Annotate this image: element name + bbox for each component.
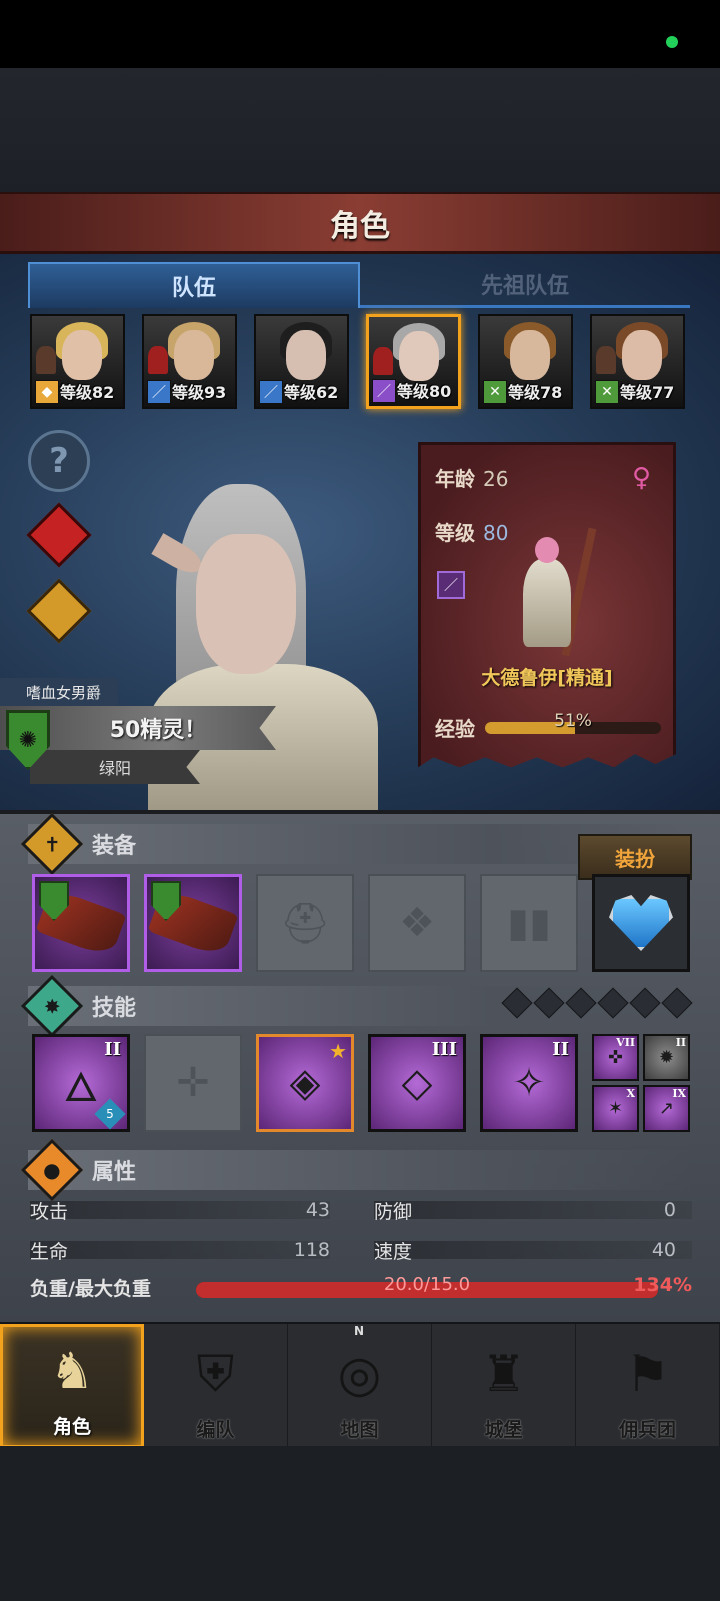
nav-mercenaries[interactable]: ⚑ 佣兵团 — [576, 1324, 720, 1448]
knight-icon: ♞ — [49, 1342, 95, 1400]
portrait-level: 等级62 — [284, 383, 339, 402]
spear-skill-icon[interactable]: ↗ IX — [643, 1085, 690, 1132]
sword-class-icon: ／ — [147, 380, 171, 404]
hero-title-tag: 嗜血女男爵 — [0, 678, 118, 706]
help-button[interactable]: ? — [28, 430, 90, 492]
tab-ancestor-team[interactable]: 先祖队伍 — [360, 262, 690, 308]
roster-portraits: ◆ 等级82 ／ 等级93 ／ 等级62 ／ 等级80 ✕ 等级78 ✕ 等级7… — [30, 314, 685, 409]
spark-skill-icon[interactable]: ✶ X — [592, 1085, 639, 1132]
shield-class-icon: ◆ — [35, 380, 59, 404]
equipment-slots: ⛑ ❖ ▮▮ — [32, 874, 690, 972]
weapon-slot[interactable] — [32, 874, 130, 972]
hero-panel: 队伍 先祖队伍 ◆ 等级82 ／ 等级93 ／ 等级62 ／ 等级80 ✕ 等级… — [0, 254, 720, 810]
empty-skill-slot[interactable]: ✛ — [144, 1034, 242, 1132]
person-red-icon — [26, 502, 92, 568]
page-title: 角色 — [330, 208, 390, 244]
skill-point-indicators — [501, 987, 693, 1019]
boots-icon: ▮▮ — [506, 900, 552, 946]
portrait-level: 等级82 — [60, 383, 115, 402]
helmet-icon: ⛑ — [279, 900, 331, 947]
skill-badge: 5 — [94, 1098, 126, 1130]
hero-name: 50精灵！ — [109, 718, 207, 743]
attack-stat: 攻击 43 — [30, 1199, 330, 1223]
class-figure — [517, 527, 597, 657]
camera-indicator-icon — [666, 36, 678, 48]
bottom-nav: ♞ 角色 ⛨ 编队 N ◎ 地图 ♜ 城堡 ⚑ 佣兵团 — [0, 1322, 720, 1448]
helmet-slot[interactable]: ⛑ — [256, 874, 354, 972]
star-icon: ★ — [329, 1039, 347, 1063]
roster-portrait[interactable]: ✕ 等级78 — [478, 314, 573, 409]
armor-slot[interactable]: ❖ — [368, 874, 466, 972]
class-name: 大德鲁伊[精通] — [481, 667, 613, 689]
title-bar: 角色 — [0, 192, 720, 254]
nav-map[interactable]: N ◎ 地图 — [288, 1324, 432, 1448]
tornado-skill-icon[interactable]: ◈ ★ — [256, 1034, 354, 1132]
offhand-slot[interactable] — [144, 874, 242, 972]
hp-stat: 生命 118 — [30, 1239, 330, 1263]
portrait-level: 等级93 — [172, 383, 227, 402]
target-skill-icon[interactable]: ✜ VII — [592, 1034, 639, 1081]
dismiss-hero-button[interactable] — [26, 502, 92, 568]
armor-icon: ❖ — [399, 900, 435, 946]
heart-amulet-icon — [609, 895, 673, 951]
crystal-skill-icon[interactable]: ◇ III — [368, 1034, 466, 1132]
bottom-spacer — [0, 1446, 720, 1601]
roster-portrait[interactable]: ／ 等级62 — [254, 314, 349, 409]
inventory-button[interactable] — [26, 578, 92, 644]
cross-icon: ✝ — [20, 812, 84, 876]
skill-slots: 🜂 II 5 ✛ ◈ ★ ◇ III ✧ II ✜ VII ✹ II ✶ X ↗ IX — [32, 1034, 690, 1132]
helmet-icon: ⛨ — [196, 1344, 235, 1403]
roster-portrait[interactable]: ／ 等级93 — [142, 314, 237, 409]
tab-team[interactable]: 队伍 — [28, 262, 360, 308]
hero-origin: 绿阳 — [30, 750, 200, 784]
castle-icon: ♜ — [481, 1345, 526, 1403]
nav-character[interactable]: ♞ 角色 — [0, 1324, 144, 1448]
nav-castle[interactable]: ♜ 城堡 — [432, 1324, 576, 1448]
burst-skill-icon[interactable]: ✹ II — [643, 1034, 690, 1081]
staff-skill-icon[interactable]: ✧ II — [480, 1034, 578, 1132]
bow-class-icon: ✕ — [595, 380, 619, 404]
skills-title: 技能 — [92, 996, 137, 1021]
compass-north-label: N — [354, 1324, 365, 1338]
equipment-title: 装备 — [92, 834, 137, 859]
roster-portrait-selected[interactable]: ／ 等级80 — [366, 314, 461, 409]
hero-info-card: 年龄 26 ♀ 等级 80 ／ 大德鲁伊[精通] 经验 51% — [418, 442, 676, 768]
bow-class-icon: ✕ — [483, 380, 507, 404]
banner-icon: ⚑ — [625, 1345, 670, 1403]
compass-icon: ◎ — [337, 1345, 382, 1403]
exp-value: 51% — [554, 711, 592, 731]
portrait-level: 等级80 — [397, 382, 452, 401]
person-icon: ● — [20, 1138, 84, 1202]
roster-portrait[interactable]: ✕ 等级77 — [590, 314, 685, 409]
details-panel: ✝ 装备 装扮 ⛑ ❖ ▮▮ ✸ 技能 🜂 II 5 ✛ ◈ ★ ◇ III ✧ II ✜… — [0, 810, 720, 1322]
sword-class-icon: ／ — [259, 380, 283, 404]
load-label: 负重/最大负重 — [30, 1278, 151, 1300]
attributes-header: ● 属性 — [20, 1138, 692, 1202]
attributes-title: 属性 — [92, 1160, 137, 1185]
star-burst-icon: ✸ — [20, 974, 84, 1038]
pouch-icon — [26, 578, 92, 644]
female-icon: ♀ — [631, 463, 651, 493]
status-bar — [0, 0, 720, 68]
nav-formation[interactable]: ⛨ 编队 — [144, 1324, 288, 1448]
amulet-slot[interactable] — [592, 874, 690, 972]
defense-stat: 防御 0 — [374, 1194, 692, 1226]
top-spacer — [0, 68, 720, 192]
portrait-level: 等级77 — [620, 383, 675, 402]
passive-skill-grid: ✜ VII ✹ II ✶ X ↗ IX — [592, 1034, 690, 1132]
exp-label: 经验 — [435, 717, 475, 741]
fire-skill-icon[interactable]: 🜂 II 5 — [32, 1034, 130, 1132]
level-row: 等级 80 — [435, 521, 509, 545]
portrait-level: 等级78 — [508, 383, 563, 402]
boots-slot[interactable]: ▮▮ — [480, 874, 578, 972]
speed-stat: 速度 40 — [374, 1234, 692, 1266]
question-icon: ? — [49, 441, 69, 481]
age-row: 年龄 26 — [435, 467, 509, 491]
roster-portrait[interactable]: ◆ 等级82 — [30, 314, 125, 409]
cross-icon: ✛ — [176, 1060, 210, 1106]
staff-class-icon: ／ — [372, 379, 396, 403]
staff-class-icon: ／ — [437, 571, 465, 599]
load-value: 20.0/15.0 — [383, 1274, 471, 1295]
